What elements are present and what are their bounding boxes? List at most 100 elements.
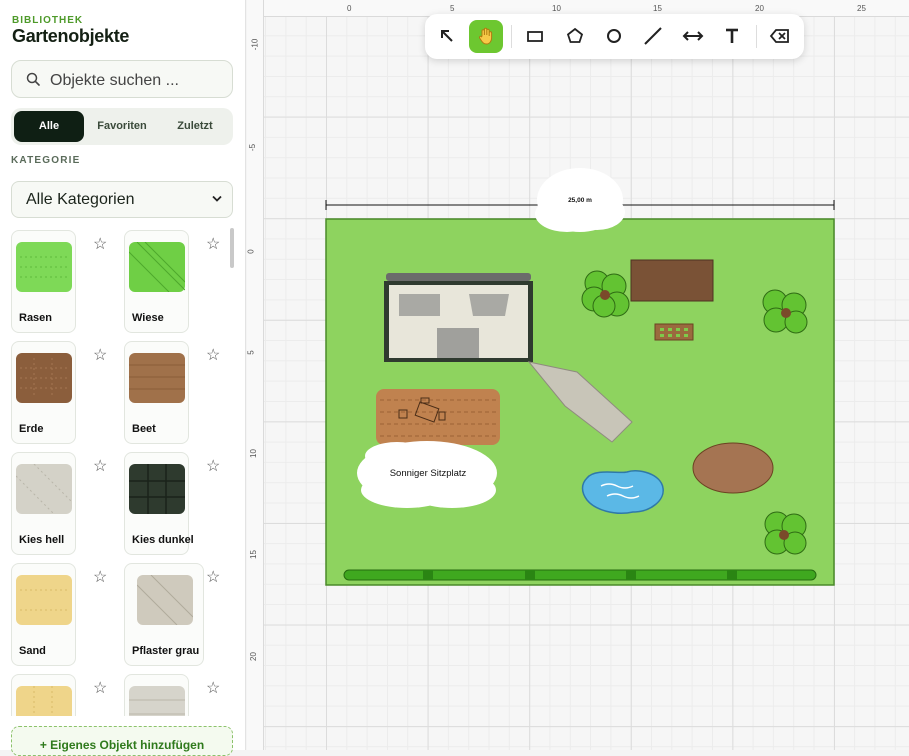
tree-object[interactable] [581, 270, 630, 318]
rasen-swatch [16, 242, 72, 292]
tree-object[interactable] [764, 511, 807, 555]
vegetable-bed-object[interactable] [654, 323, 694, 341]
polygon-tool-button[interactable] [558, 20, 592, 53]
earth-patch-object[interactable] [692, 442, 774, 494]
rectangle-icon [527, 31, 543, 42]
line-tool-button[interactable] [636, 20, 670, 53]
arrow-icon [441, 30, 453, 42]
dimension-label: 25,00 m [568, 197, 592, 204]
object-label: Sand [19, 645, 46, 657]
ruler-tick: 10 [552, 4, 561, 13]
wiese-pattern-icon [128, 241, 186, 293]
text-tool-button[interactable] [715, 20, 749, 53]
pflaster-grau-swatch [136, 574, 194, 626]
category-heading: KATEGORIE [11, 155, 81, 166]
object-card-sand[interactable]: Sand [11, 563, 76, 666]
favorite-star-icon[interactable]: ☆ [206, 459, 220, 475]
toolbar-divider [756, 25, 757, 48]
object-label: Rasen [19, 312, 53, 324]
search-input[interactable] [48, 69, 232, 93]
ruler-tick: 5 [450, 4, 455, 13]
object-card-kies-dunkel[interactable]: Kies dunkel [124, 452, 194, 555]
ruler-tick: 25 [857, 4, 866, 13]
object-card-erde[interactable]: Erde [11, 341, 76, 444]
beet-pattern-icon [129, 364, 185, 390]
note-label: Sonniger Sitzplatz [390, 468, 467, 479]
beet-swatch [129, 353, 185, 403]
erde-pattern-icon [20, 358, 68, 398]
partial-pattern-icon [33, 686, 53, 716]
favorite-star-icon[interactable]: ☆ [93, 459, 107, 475]
search-icon [26, 72, 40, 86]
backspace-icon [769, 29, 789, 43]
kies-dunkel-pattern-icon [129, 464, 185, 514]
add-custom-object-button[interactable]: + Eigenes Objekt hinzufügen [11, 726, 233, 756]
tab-alle[interactable]: Alle [14, 111, 84, 142]
rectangle-tool-button[interactable] [518, 20, 552, 53]
pan-tool-button[interactable] [469, 20, 503, 53]
sand-pattern-icon [20, 589, 68, 611]
shed-object[interactable] [630, 259, 714, 302]
category-select-value: Alle Kategorien [26, 191, 135, 208]
ruler-tick: 20 [755, 4, 764, 13]
plan-canvas[interactable]: 25,00 m Sonniger Sitzplatz 0 5 10 15 20 … [247, 0, 909, 750]
circle-tool-button[interactable] [597, 20, 631, 53]
terrace-object[interactable] [376, 389, 500, 445]
pflaster-grau-pattern-icon [136, 574, 194, 626]
drawing-toolbar [425, 14, 804, 59]
object-label: Wiese [132, 312, 164, 324]
kies-dunkel-swatch [129, 464, 185, 514]
double-arrow-icon [682, 31, 704, 41]
favorite-star-icon[interactable]: ☆ [206, 570, 220, 586]
object-card-beet[interactable]: Beet [124, 341, 189, 444]
line-icon [644, 27, 662, 45]
ruler-tick: 20 [248, 652, 258, 661]
favorite-star-icon[interactable]: ☆ [206, 348, 220, 364]
delete-tool-button[interactable] [762, 20, 796, 53]
ruler-tick: 0 [247, 249, 256, 254]
text-icon [726, 28, 738, 43]
filter-tabs: Alle Favoriten Zuletzt [11, 108, 233, 145]
search-box[interactable] [11, 60, 233, 98]
pond-object[interactable] [581, 470, 664, 514]
object-label: Erde [19, 423, 44, 435]
object-card-partial[interactable] [124, 674, 189, 716]
ruler-tick: -5 [248, 143, 258, 152]
chevron-down-icon [212, 195, 222, 202]
sidebar-scrollbar[interactable] [230, 228, 234, 268]
favorite-star-icon[interactable]: ☆ [206, 681, 220, 697]
favorite-star-icon[interactable]: ☆ [93, 570, 107, 586]
select-tool-button[interactable] [430, 20, 464, 53]
object-card-rasen[interactable]: Rasen [11, 230, 76, 333]
house-object[interactable] [384, 273, 533, 362]
library-title: Gartenobjekte [12, 26, 130, 46]
object-card-kies-hell[interactable]: Kies hell [11, 452, 76, 555]
hedge-object[interactable] [343, 569, 817, 581]
object-card-wiese[interactable]: Wiese [124, 230, 189, 333]
favorite-star-icon[interactable]: ☆ [93, 681, 107, 697]
ruler-tick: -10 [250, 38, 260, 51]
measure-tool-button[interactable] [675, 20, 709, 53]
toolbar-divider [511, 25, 512, 48]
kies-hell-pattern-icon [15, 463, 73, 515]
favorite-star-icon[interactable]: ☆ [206, 237, 220, 253]
object-label: Kies hell [19, 534, 65, 546]
tab-zuletzt[interactable]: Zuletzt [160, 111, 230, 142]
object-card-pflaster-grau[interactable]: Pflaster grau [124, 563, 204, 666]
favorite-star-icon[interactable]: ☆ [93, 348, 107, 364]
wiese-swatch [128, 241, 186, 293]
pentagon-icon [566, 27, 584, 43]
ruler-tick: 5 [247, 350, 256, 355]
object-label: Kies dunkel [132, 534, 194, 546]
favorite-star-icon[interactable]: ☆ [93, 237, 107, 253]
kies-hell-swatch [15, 463, 73, 515]
rasen-pattern-icon [20, 256, 68, 278]
partial-swatch [129, 686, 185, 716]
ruler-tick: 15 [653, 4, 662, 13]
object-grid: Rasen ☆ Wiese ☆ Erde ☆ Beet ☆ Kies hell … [0, 228, 246, 716]
object-card-partial[interactable] [11, 674, 76, 716]
tab-favoriten[interactable]: Favoriten [87, 111, 157, 142]
partial-swatch [16, 686, 72, 716]
tree-object[interactable] [762, 289, 808, 334]
category-select[interactable]: Alle Kategorien [11, 181, 233, 218]
